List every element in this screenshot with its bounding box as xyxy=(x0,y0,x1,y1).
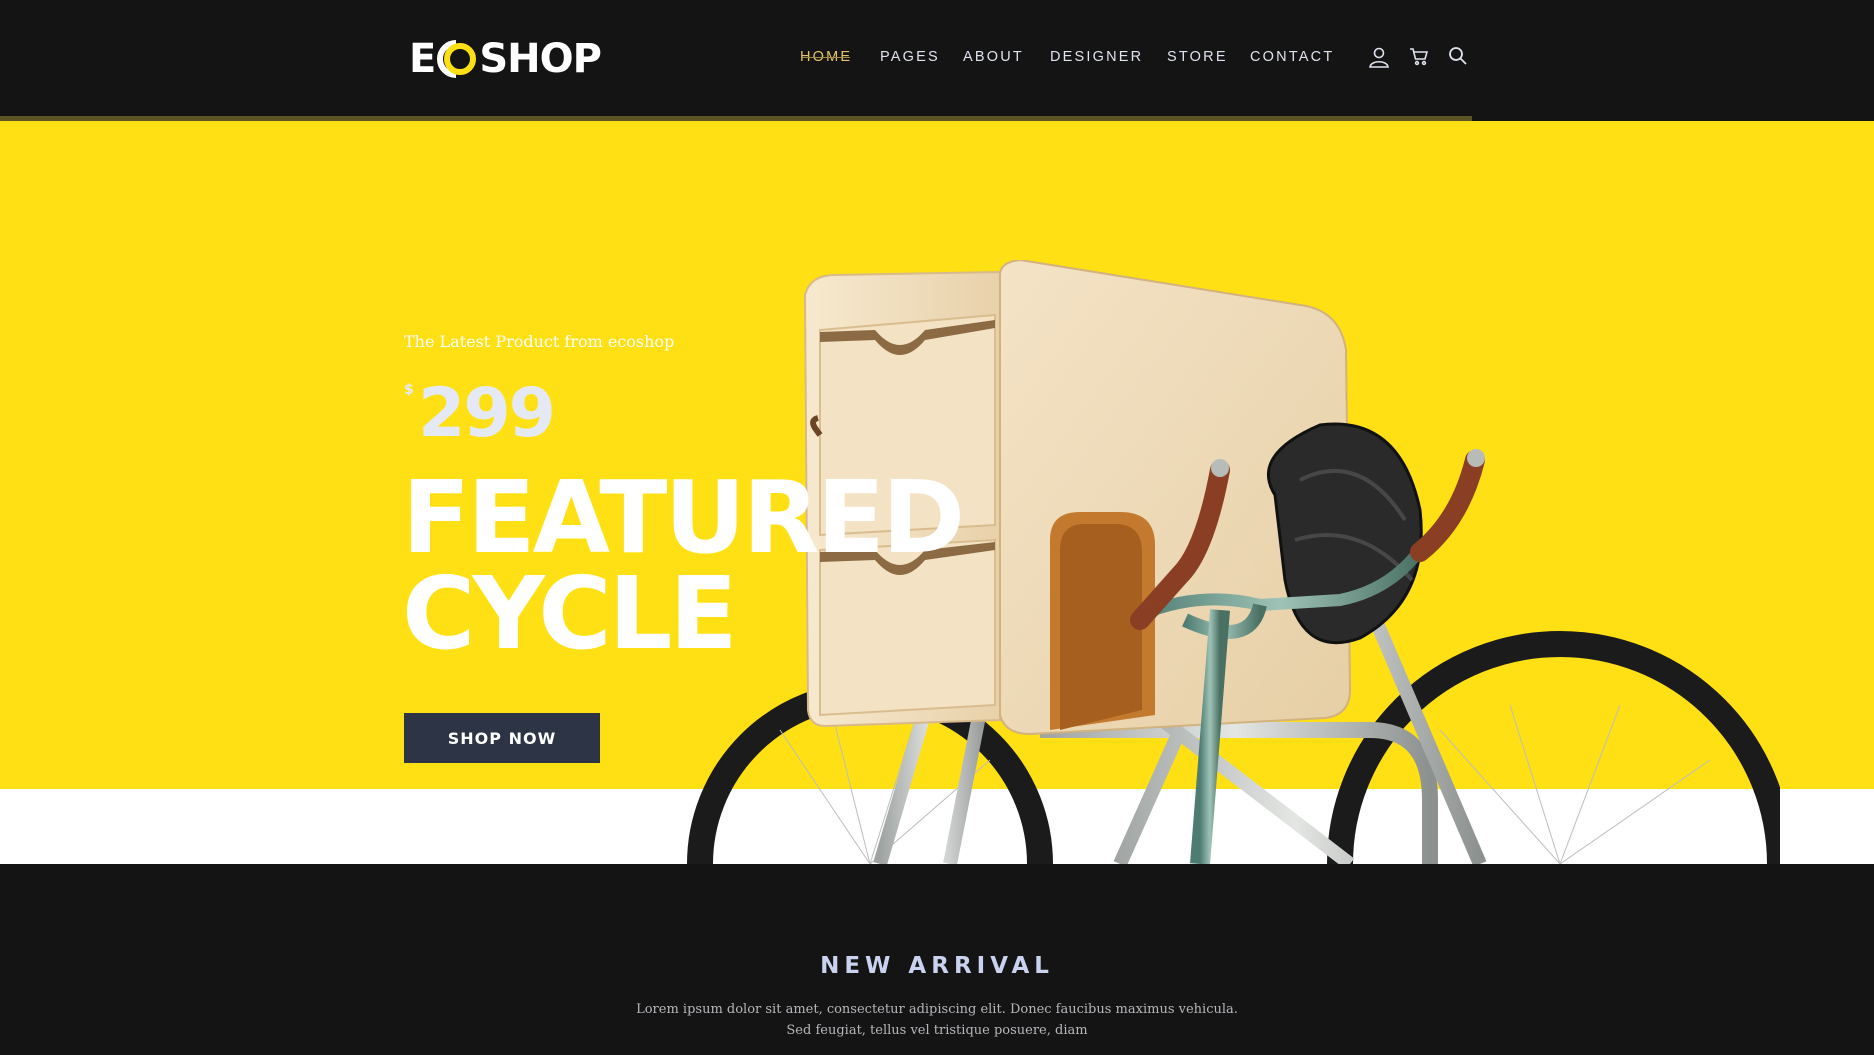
price-amount: 299 xyxy=(418,374,556,453)
nav-about[interactable]: ABOUT xyxy=(963,49,1024,65)
hero-headline: FEATURED CYCLE xyxy=(402,459,965,672)
cart-icon[interactable] xyxy=(1409,46,1433,70)
site-logo[interactable]: E SHOP xyxy=(409,36,602,82)
nav-contact[interactable]: CONTACT xyxy=(1250,49,1334,65)
logo-mark-icon xyxy=(436,39,478,79)
logo-text-start: E xyxy=(409,36,436,82)
headline-line-1: FEATURED xyxy=(402,459,965,576)
shop-now-button[interactable]: SHOP NOW xyxy=(404,713,600,763)
nav-store[interactable]: STORE xyxy=(1167,49,1228,65)
logo-text-end: SHOP xyxy=(479,36,602,82)
section-description-line-1: Lorem ipsum dolor sit amet, consectetur … xyxy=(636,1002,1238,1017)
nav-home[interactable]: HOME xyxy=(800,49,852,65)
nav-pages[interactable]: PAGES xyxy=(880,49,940,65)
nav-designer[interactable]: DESIGNER xyxy=(1050,49,1143,65)
hero-tagline: The Latest Product from ecoshop xyxy=(404,332,675,351)
headline-line-2: CYCLE xyxy=(402,555,738,672)
site-header: E SHOP HOME PAGES ABOUT DESIGNER STORE C… xyxy=(0,0,1874,117)
user-icon[interactable] xyxy=(1368,46,1392,70)
section-description-line-2: Sed feugiat, tellus vel tristique posuer… xyxy=(786,1023,1088,1038)
price-currency: $ xyxy=(404,382,414,398)
section-title: NEW ARRIVAL xyxy=(820,953,1054,979)
search-icon[interactable] xyxy=(1448,46,1472,70)
